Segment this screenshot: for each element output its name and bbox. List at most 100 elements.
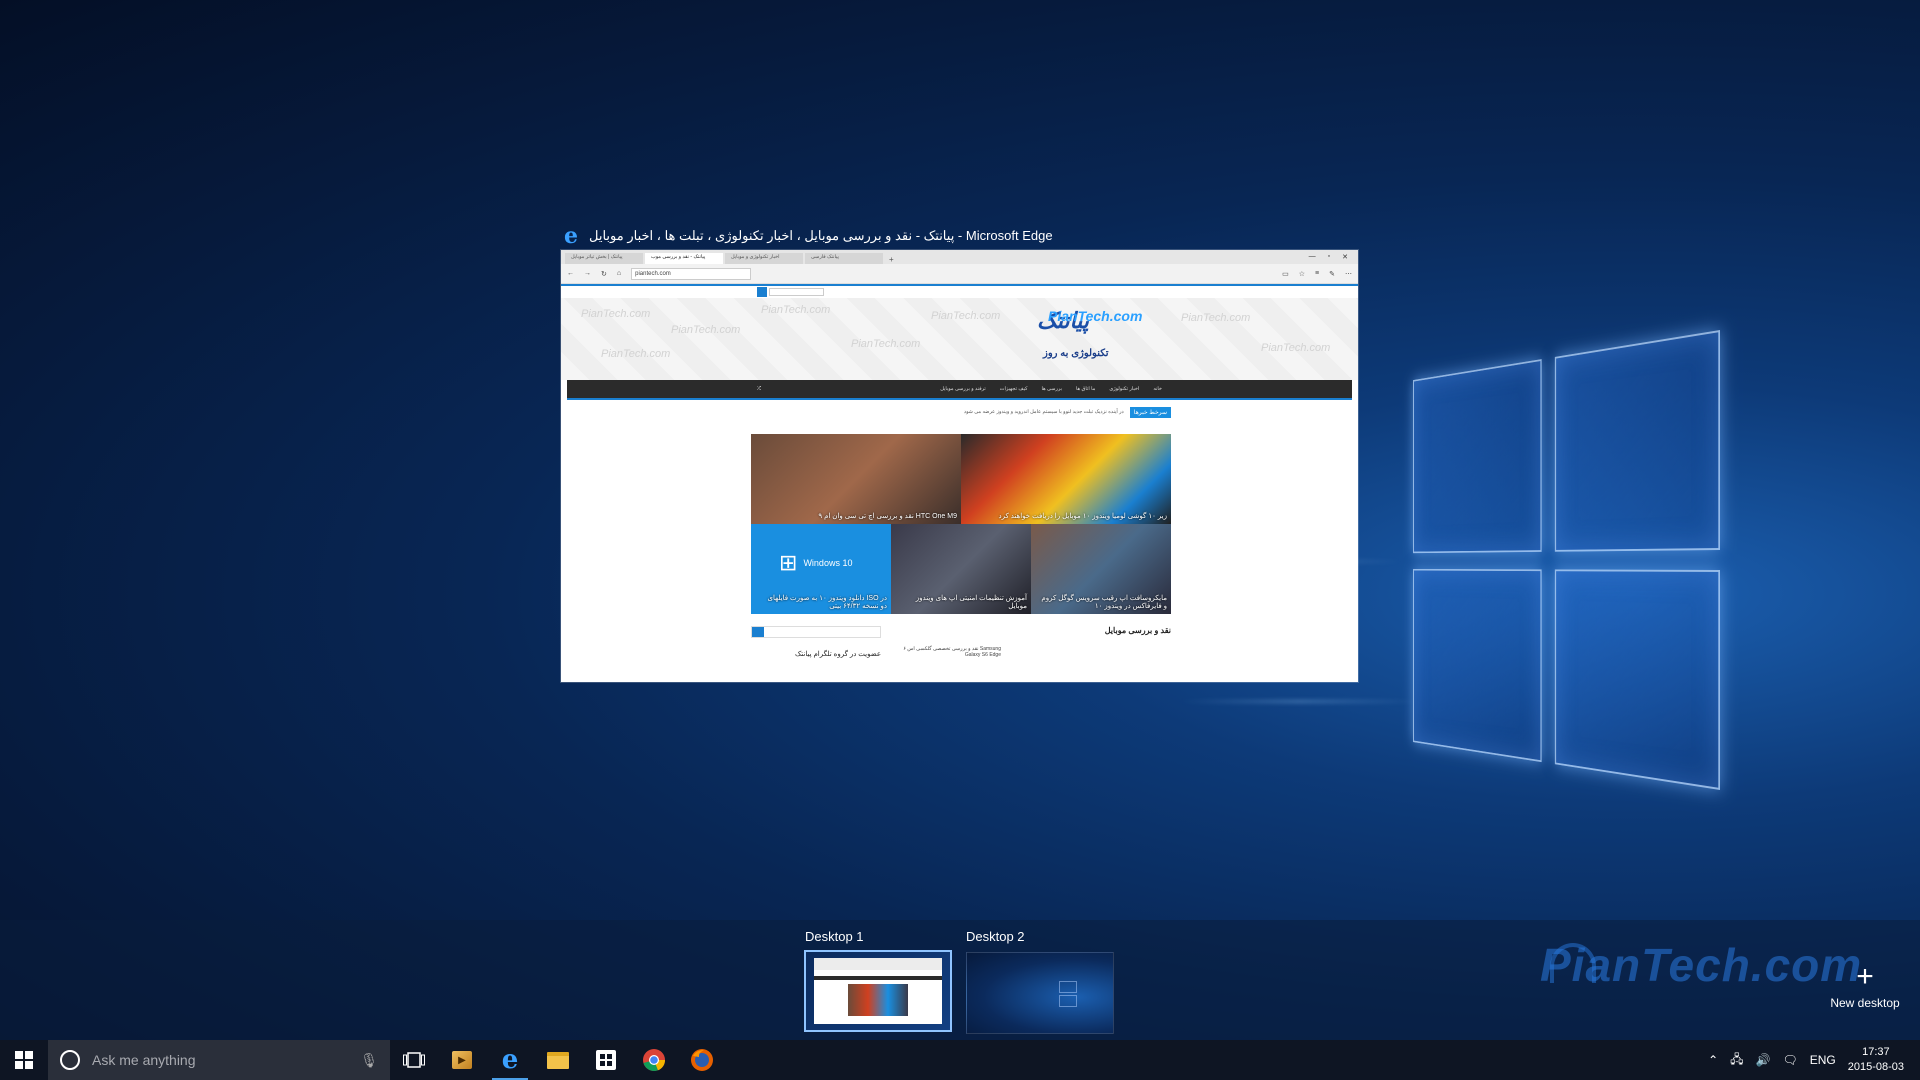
browser-preview[interactable]: پیانتک | بخش تیاتر موبایل پیانتک - نقد و… (561, 250, 1358, 682)
featured-tile[interactable]: آموزش تنظیمات امنیتی اپ های ویندوز موبای… (891, 524, 1031, 614)
nav-item[interactable]: ترفند و بررسی موبایل (940, 386, 986, 392)
back-icon[interactable]: ← (567, 270, 574, 277)
cortana-search-box[interactable]: Ask me anything 🎙 (48, 1040, 390, 1080)
header-watermark: PianTech.com (1181, 312, 1250, 324)
task-view-button[interactable] (390, 1040, 438, 1080)
featured-tile[interactable]: زیر ۱۰ گوشی لومیا ویندوز ۱۰ موبایل را در… (961, 434, 1171, 524)
taskbar-edge[interactable]: e (486, 1040, 534, 1080)
site-header-banner: PianTech.com PianTech.com PianTech.com P… (561, 298, 1358, 380)
window-title: پیانتک - نقد و بررسی موبایل ، اخبار تکنو… (589, 228, 1053, 244)
desktop-1-thumbnail[interactable] (804, 950, 952, 1032)
window-title-bar: e پیانتک - نقد و بررسی موبایل ، اخبار تک… (561, 222, 1358, 250)
preview-grid (848, 984, 908, 1016)
browser-tab[interactable]: اخبار تکنولوژی و موبایل (725, 253, 803, 264)
browser-window-controls: — ▫ ✕ (1309, 253, 1358, 261)
taskbar-store[interactable] (582, 1040, 630, 1080)
clock-date: 2015-08-03 (1848, 1060, 1904, 1075)
browser-tab[interactable]: پیانتک | بخش تیاتر موبایل (565, 253, 643, 264)
browser-tab-strip: پیانتک | بخش تیاتر موبایل پیانتک - نقد و… (561, 250, 1358, 264)
featured-grid: نقد و بررسی اچ تی سی وان ام ۹ HTC One M9… (751, 434, 1171, 614)
edge-icon: e (561, 226, 581, 246)
desktop-2-logo-pane (1059, 995, 1077, 1007)
header-watermark: PianTech.com (671, 324, 740, 336)
tile-caption: مایکروسافت اپ رقیب سرویس گوگل کروم و فای… (1041, 594, 1167, 610)
nav-item[interactable]: ما اتاق ها (1076, 386, 1095, 392)
browser-tab-active[interactable]: پیانتک - نقد و بررسی موب (645, 253, 723, 264)
firefox-icon (690, 1048, 714, 1072)
reading-view-icon[interactable]: ▭ (1282, 270, 1289, 278)
tile-caption: زیر ۱۰ گوشی لومیا ویندوز ۱۰ موبایل را در… (978, 512, 1167, 520)
language-indicator[interactable]: ENG (1810, 1053, 1836, 1067)
browser-tab[interactable]: پیانتک فارسی (805, 253, 883, 264)
sidebar-search-icon[interactable] (752, 627, 764, 637)
home-icon[interactable]: ⌂ (617, 270, 621, 277)
preview-header (814, 958, 942, 970)
store-icon (596, 1050, 616, 1070)
task-view-icon (403, 1052, 425, 1068)
desktop-label: Desktop 1 (805, 929, 864, 944)
url-field[interactable]: piantech.com (631, 268, 751, 280)
microphone-icon[interactable]: 🎙 (360, 1052, 378, 1069)
nav-item[interactable]: کیف تجهیزات (1000, 386, 1028, 392)
search-placeholder: Ask me anything (92, 1052, 196, 1068)
taskbar-media-player[interactable]: ▶ (438, 1040, 486, 1080)
ticker-text[interactable]: در آینده نزدیک تبلت جدید لنوو با سیستم ع… (964, 409, 1124, 415)
nav-item[interactable]: بررسی ها (1042, 386, 1062, 392)
tile-caption: آموزش تنظیمات امنیتی اپ های ویندوز موبای… (901, 594, 1027, 610)
volume-icon[interactable]: 🔊 (1756, 1053, 1771, 1067)
close-icon[interactable]: ✕ (1342, 253, 1348, 261)
new-tab-icon[interactable]: + (885, 255, 898, 264)
section-join-heading: عضویت در گروه تلگرام پیانتک (751, 650, 881, 658)
forward-icon[interactable]: → (584, 270, 591, 277)
web-note-icon[interactable]: ✎ (1329, 270, 1335, 278)
windows10-tile-logo: ⊞ Windows 10 (779, 550, 852, 576)
action-center-icon[interactable]: 🗨 (1782, 1053, 1797, 1067)
plus-icon: + (1820, 962, 1910, 992)
refresh-icon[interactable]: ↻ (601, 270, 607, 278)
wallpaper-pane-br (1555, 569, 1720, 790)
taskbar-file-explorer[interactable] (534, 1040, 582, 1080)
header-watermark: PianTech.com (931, 310, 1000, 322)
featured-tile[interactable]: ⊞ Windows 10 دانلود ویندوز ۱۰ به صورت فا… (751, 524, 891, 614)
nav-item[interactable]: خانه (1153, 386, 1162, 392)
maximize-icon[interactable]: ▫ (1328, 253, 1330, 261)
wallpaper-pane-tl (1413, 359, 1542, 553)
wallpaper-light-beam (1180, 700, 1420, 703)
header-watermark: PianTech.com (581, 308, 650, 320)
tray-overflow-chevron-icon[interactable]: ⌃ (1708, 1053, 1718, 1067)
taskbar-chrome[interactable] (630, 1040, 678, 1080)
task-view-window-edge[interactable]: e پیانتک - نقد و بررسی موبایل ، اخبار تک… (561, 222, 1358, 682)
ticker-label: سرخط خبرها (1130, 407, 1171, 418)
site-search-input[interactable] (769, 288, 824, 296)
clock[interactable]: 17:37 2015-08-03 (1848, 1045, 1904, 1075)
tile-caption: نقد و بررسی اچ تی سی وان ام ۹ HTC One M9 (768, 512, 957, 520)
windows-logo-icon: ⊞ (779, 550, 797, 576)
site-search-icon[interactable] (757, 287, 767, 297)
wallpaper-pane-bl (1413, 569, 1542, 762)
media-player-icon: ▶ (452, 1051, 472, 1069)
site-logo-en[interactable]: PianTech.com (1048, 308, 1142, 324)
cortana-icon (60, 1050, 80, 1070)
browser-address-bar: ← → ↻ ⌂ piantech.com ▭ ☆ ≡ ✎ ⋯ (561, 264, 1358, 284)
shuffle-icon[interactable]: ⤮ (757, 386, 761, 392)
desktop-2-thumbnail[interactable] (966, 952, 1114, 1034)
review-item[interactable]: نقد و بررسی تخصصی گلکسی اس ۶ Samsung Gal… (901, 646, 1001, 658)
sidebar-search[interactable] (751, 626, 881, 638)
favorite-star-icon[interactable]: ☆ (1299, 270, 1305, 278)
folder-icon (547, 1052, 569, 1069)
hub-icon[interactable]: ≡ (1315, 270, 1319, 277)
windows10-brand: Windows 10 (803, 558, 852, 568)
chrome-icon (642, 1048, 666, 1072)
minimize-icon[interactable]: — (1309, 253, 1316, 261)
start-button[interactable] (0, 1040, 48, 1080)
desktop-label: Desktop 2 (966, 929, 1025, 944)
windows-wallpaper-logo (1413, 330, 1720, 800)
nav-item[interactable]: اخبار تکنولوژی (1109, 386, 1139, 392)
new-desktop-button[interactable]: + New desktop (1820, 962, 1910, 1010)
network-icon[interactable]: 🖧 (1730, 1050, 1743, 1071)
taskbar-firefox[interactable] (678, 1040, 726, 1080)
featured-tile[interactable]: نقد و بررسی اچ تی سی وان ام ۹ HTC One M9 (751, 434, 961, 524)
featured-tile[interactable]: مایکروسافت اپ رقیب سرویس گوگل کروم و فای… (1031, 524, 1171, 614)
wallpaper-pane-tr (1555, 330, 1720, 552)
more-icon[interactable]: ⋯ (1345, 270, 1352, 278)
